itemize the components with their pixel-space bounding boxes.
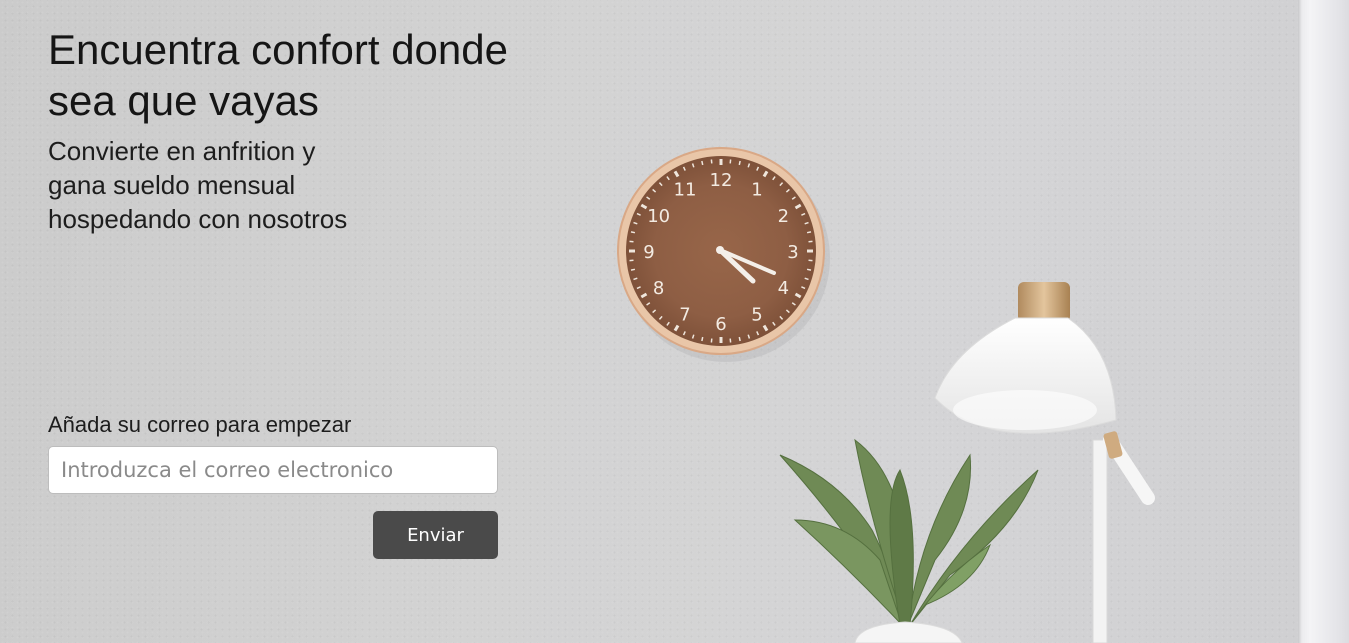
clock-tick <box>806 231 812 234</box>
clock-tick <box>738 160 741 166</box>
clock-tick <box>701 336 704 342</box>
clock-numeral: 11 <box>674 180 697 201</box>
clock-numeral: 7 <box>679 304 690 325</box>
clock-numeral: 9 <box>643 242 654 263</box>
wall-clock: 12 12 3 45 6 78 9 1011 <box>617 147 830 362</box>
clock-tick <box>738 336 741 342</box>
clock-tick <box>806 268 812 271</box>
potted-plant <box>779 438 1039 643</box>
clock-numeral: 2 <box>778 206 789 227</box>
lamp-pole <box>1092 439 1108 643</box>
clock-tick <box>630 268 636 271</box>
clock-numeral: 5 <box>751 304 762 325</box>
clock-numeral: 8 <box>653 278 664 299</box>
page-title: Encuentra confort donde sea que vayas <box>48 26 508 124</box>
email-label: Añada su correo para empezar <box>48 412 352 437</box>
hero-section: 12 1 2 3 4 5 6 7 8 9 10 11 Encuentra con… <box>0 0 1349 643</box>
clock-numeral: 4 <box>778 278 789 299</box>
clock-numeral: 3 <box>787 242 798 263</box>
clock-tick <box>630 231 636 234</box>
clock-tick <box>701 160 704 166</box>
plant-pot <box>854 621 963 643</box>
lamp-brass-neck <box>1018 282 1070 322</box>
clock-center-pin <box>716 246 724 254</box>
clock-numeral: 10 <box>647 206 670 227</box>
clock-numeral: 1 <box>751 180 762 201</box>
clock-numeral: 12 <box>710 170 733 191</box>
page-subtitle: Convierte en anfrition y gana sueldo men… <box>48 136 348 234</box>
email-field[interactable] <box>48 446 498 494</box>
clock-numeral: 6 <box>715 314 726 335</box>
submit-button[interactable]: Enviar <box>373 511 498 559</box>
